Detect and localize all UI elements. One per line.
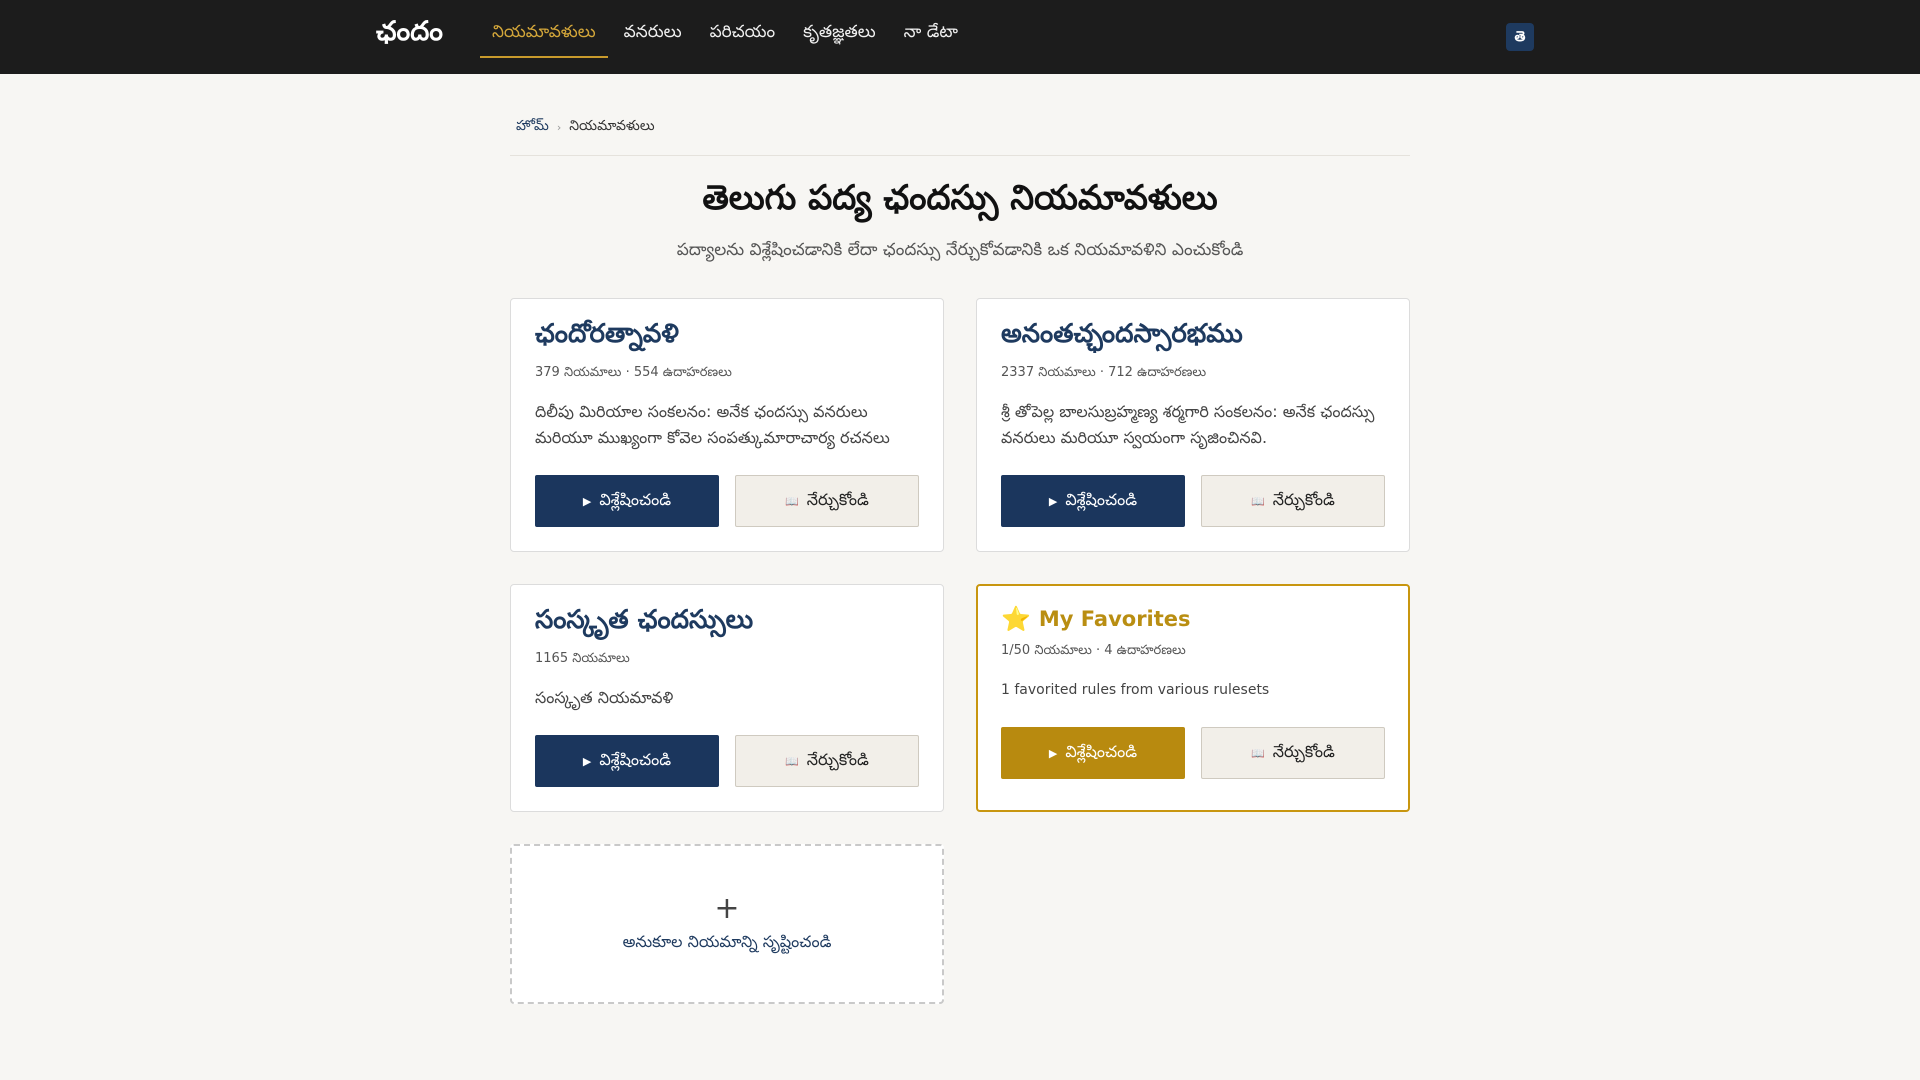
ruleset-title: ఛందోరత్నావళి (535, 319, 679, 349)
breadcrumb-home-link[interactable]: హోమ్ (516, 118, 549, 137)
card-actions: ▶ విశ్లేషించండి 📖 నేర్చుకోండి (535, 735, 919, 787)
create-custom-rule-label: అనుకూల నియమాన్ని సృష్టించండి (622, 931, 832, 951)
book-icon: 📖 (1251, 746, 1265, 760)
main-nav: నియమావళులు వనరులు పరిచయం కృతజ్ఞతలు నా డే… (480, 0, 974, 74)
analyze-button[interactable]: ▶ విశ్లేషించండి (535, 475, 719, 527)
ruleset-card: సంస్కృత ఛందస్సులు 1165 నియమాలు సంస్కృత న… (510, 584, 944, 812)
learn-button-label: నేర్చుకోండి (806, 749, 869, 769)
card-actions: ▶ విశ్లేషించండి 📖 నేర్చుకోండి (535, 475, 919, 527)
card-actions: ▶ విశ్లేషించండి 📖 నేర్చుకోండి (1001, 727, 1385, 779)
ruleset-description: శ్రీ తోపెల్ల బాలసుబ్రహ్మణ్య శర్మగారి సంక… (1001, 402, 1375, 447)
favorites-title-label: My Favorites (1038, 607, 1191, 631)
learn-button[interactable]: 📖 నేర్చుకోండి (735, 735, 919, 787)
play-icon: ▶ (1048, 494, 1058, 508)
plus-icon: + (714, 890, 740, 926)
nav-item-resources[interactable]: వనరులు (612, 0, 694, 58)
breadcrumb-separator: › (556, 121, 562, 134)
favorites-title: ⭐ My Favorites (1001, 605, 1385, 633)
analyze-button[interactable]: ▶ విశ్లేషించండి (535, 735, 719, 787)
analyze-button-label: విశ్లేషించండి (1065, 741, 1138, 761)
ruleset-description: 1 favorited rules from various rulesets (1001, 682, 1270, 698)
ruleset-card: ఛందోరత్నావళి 379 నియమాలు · 554 ఉదాహరణలు … (510, 298, 944, 552)
analyze-button-label: విశ్లేషించండి (599, 749, 672, 769)
brand-logo[interactable]: ఛందం (376, 16, 443, 54)
learn-button[interactable]: 📖 నేర్చుకోండి (1201, 727, 1385, 779)
nav-item-acknowledgements[interactable]: కృతజ్ఞతలు (791, 0, 888, 58)
analyze-button[interactable]: ▶ విశ్లేషించండి (1001, 727, 1185, 779)
nav-item-about[interactable]: పరిచయం (698, 0, 788, 58)
favorites-card: ⭐ My Favorites 1/50 నియమాలు · 4 ఉదాహరణలు… (976, 584, 1410, 812)
header-divider (510, 155, 1410, 156)
learn-button-label: నేర్చుకోండి (806, 489, 869, 509)
card-actions: ▶ విశ్లేషించండి 📖 నేర్చుకోండి (1001, 475, 1385, 527)
top-navbar: ఛందం నియమావళులు వనరులు పరిచయం కృతజ్ఞతలు … (0, 0, 1920, 74)
star-icon: ⭐ (1001, 605, 1031, 633)
ruleset-description: దిలీపు మిరియాల సంకలనం: అనేక ఛందస్సు వనరు… (535, 402, 890, 447)
book-icon: 📖 (785, 494, 799, 508)
ruleset-meta: 1165 నియమాలు (535, 651, 630, 666)
learn-button[interactable]: 📖 నేర్చుకోండి (1201, 475, 1385, 527)
play-icon: ▶ (582, 754, 592, 768)
analyze-button-label: విశ్లేషించండి (1065, 489, 1138, 509)
breadcrumb-current: నియమావళులు (569, 118, 655, 134)
ruleset-title: సంస్కృత ఛందస్సులు (535, 605, 754, 635)
play-icon: ▶ (582, 494, 592, 508)
nav-item-rulesets[interactable]: నియమావళులు (480, 0, 608, 58)
language-toggle-button[interactable]: తె (1506, 23, 1534, 51)
main-content: హోమ్ › నియమావళులు తెలుగు పద్య ఛందస్సు ని… (510, 74, 1410, 1004)
book-icon: 📖 (1251, 494, 1265, 508)
ruleset-meta: 2337 నియమాలు · 712 ఉదాహరణలు (1001, 365, 1207, 380)
page-subtitle: పద్యాలను విశ్లేషించడానికి లేదా ఛందస్సు న… (676, 240, 1244, 260)
learn-button-label: నేర్చుకోండి (1272, 489, 1335, 509)
analyze-button-label: విశ్లేషించండి (599, 489, 672, 509)
nav-item-my-data[interactable]: నా డేటా (892, 0, 970, 58)
book-icon: 📖 (785, 754, 799, 768)
ruleset-meta: 1/50 నియమాలు · 4 ఉదాహరణలు (1001, 643, 1186, 658)
analyze-button[interactable]: ▶ విశ్లేషించండి (1001, 475, 1185, 527)
learn-button[interactable]: 📖 నేర్చుకోండి (735, 475, 919, 527)
play-icon: ▶ (1048, 746, 1058, 760)
page-title: తెలుగు పద్య ఛందస్సు నియమావళులు (702, 178, 1218, 218)
learn-button-label: నేర్చుకోండి (1272, 741, 1335, 761)
ruleset-grid: ఛందోరత్నావళి 379 నియమాలు · 554 ఉదాహరణలు … (510, 298, 1410, 1004)
ruleset-meta: 379 నియమాలు · 554 ఉదాహరణలు (535, 365, 732, 380)
create-custom-rule-card[interactable]: + అనుకూల నియమాన్ని సృష్టించండి (510, 844, 944, 1004)
ruleset-title: అనంతచ్ఛందస్సారభము (1001, 319, 1243, 349)
ruleset-card: అనంతచ్ఛందస్సారభము 2337 నియమాలు · 712 ఉదా… (976, 298, 1410, 552)
ruleset-description: సంస్కృత నియమావళి (535, 688, 674, 707)
breadcrumb: హోమ్ › నియమావళులు (516, 118, 1410, 137)
